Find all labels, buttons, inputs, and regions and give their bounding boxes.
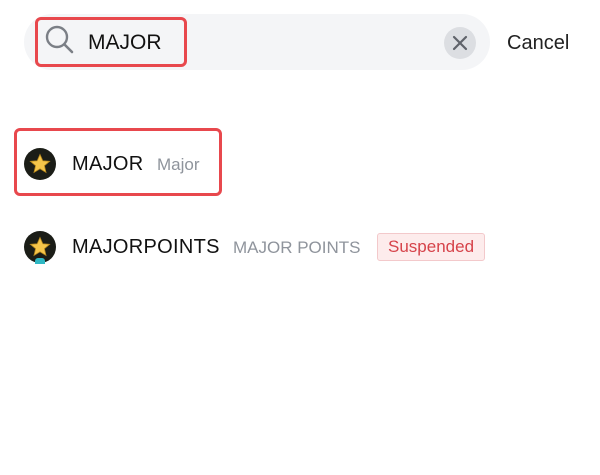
cancel-button[interactable]: Cancel [507,30,569,56]
token-avatar [24,148,56,180]
close-icon [452,35,468,51]
token-symbol: MAJORPOINTS [72,236,220,258]
star-token-icon [29,153,51,174]
status-badge: Suspended [377,233,486,261]
token-name: Major [157,155,200,174]
token-symbol: MAJOR [72,153,144,175]
search-icon [45,25,74,54]
clear-search-button[interactable] [444,27,476,59]
token-name: MAJOR POINTS [233,238,361,257]
star-token-icon [29,236,51,257]
network-badge-icon [35,258,45,264]
search-result-major[interactable]: MAJOR Major [0,144,600,184]
search-result-majorpoints[interactable]: MAJORPOINTS MAJOR POINTS Suspended [0,227,600,267]
search-input[interactable] [88,28,418,58]
